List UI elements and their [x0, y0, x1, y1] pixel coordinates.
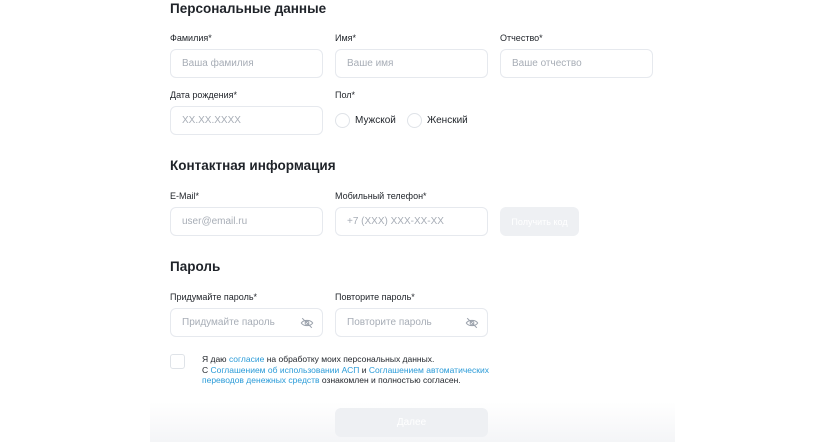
lastname-field[interactable] — [170, 49, 323, 78]
email-input[interactable] — [182, 216, 322, 227]
patronymic-field[interactable] — [500, 49, 653, 78]
gender-female-label: Женский — [427, 115, 468, 126]
repeat-password-label: Повторите пароль* — [335, 292, 415, 302]
consent-text: Я даю согласие на обработку моих персона… — [202, 354, 502, 386]
consent-link[interactable]: согласие — [229, 354, 264, 364]
email-label: E-Mail* — [170, 191, 200, 201]
gender-label: Пол* — [335, 90, 356, 100]
birthdate-field[interactable] — [170, 106, 323, 135]
new-password-label: Придумайте пароль* — [170, 292, 258, 302]
get-code-button[interactable]: Получить код — [500, 207, 579, 236]
consent-part1: Я даю — [202, 354, 229, 364]
contact-section-title: Контактная информация — [170, 158, 336, 173]
patronymic-label: Отчество* — [500, 33, 543, 43]
eye-off-icon[interactable] — [465, 316, 479, 330]
repeat-password-field[interactable] — [335, 308, 488, 337]
email-field[interactable] — [170, 207, 323, 236]
next-button[interactable]: Далее — [335, 408, 488, 437]
gender-male-radio[interactable] — [335, 113, 350, 128]
phone-label: Мобильный телефон* — [335, 191, 427, 201]
gender-female-radio[interactable] — [407, 113, 422, 128]
gender-male-option[interactable]: Мужской — [335, 113, 396, 128]
lastname-label: Фамилия* — [170, 33, 212, 43]
new-password-field[interactable] — [170, 308, 323, 337]
birthdate-label: Дата рождения* — [170, 90, 237, 100]
asp-agreement-link[interactable]: Соглашением об использовании АСП — [211, 365, 360, 375]
personal-section-title: Персональные данные — [170, 1, 327, 16]
firstname-label: Имя* — [335, 33, 357, 43]
birthdate-input[interactable] — [182, 115, 322, 126]
eye-off-icon[interactable] — [300, 316, 314, 330]
lastname-input[interactable] — [182, 58, 322, 69]
firstname-field[interactable] — [335, 49, 488, 78]
consent-checkbox[interactable] — [170, 354, 185, 369]
phone-field[interactable] — [335, 207, 488, 236]
gender-female-option[interactable]: Женский — [407, 113, 468, 128]
patronymic-input[interactable] — [512, 58, 652, 69]
consent-part3: С — [202, 364, 211, 375]
phone-input[interactable] — [347, 216, 487, 227]
consent-part4: и — [359, 364, 369, 375]
password-section-title: Пароль — [170, 259, 221, 274]
gender-male-label: Мужской — [355, 115, 396, 126]
firstname-input[interactable] — [347, 58, 487, 69]
consent-part5: ознакомлен и полностью согласен. — [319, 375, 461, 385]
consent-part2: на обработку моих персональных данных. — [264, 354, 435, 364]
